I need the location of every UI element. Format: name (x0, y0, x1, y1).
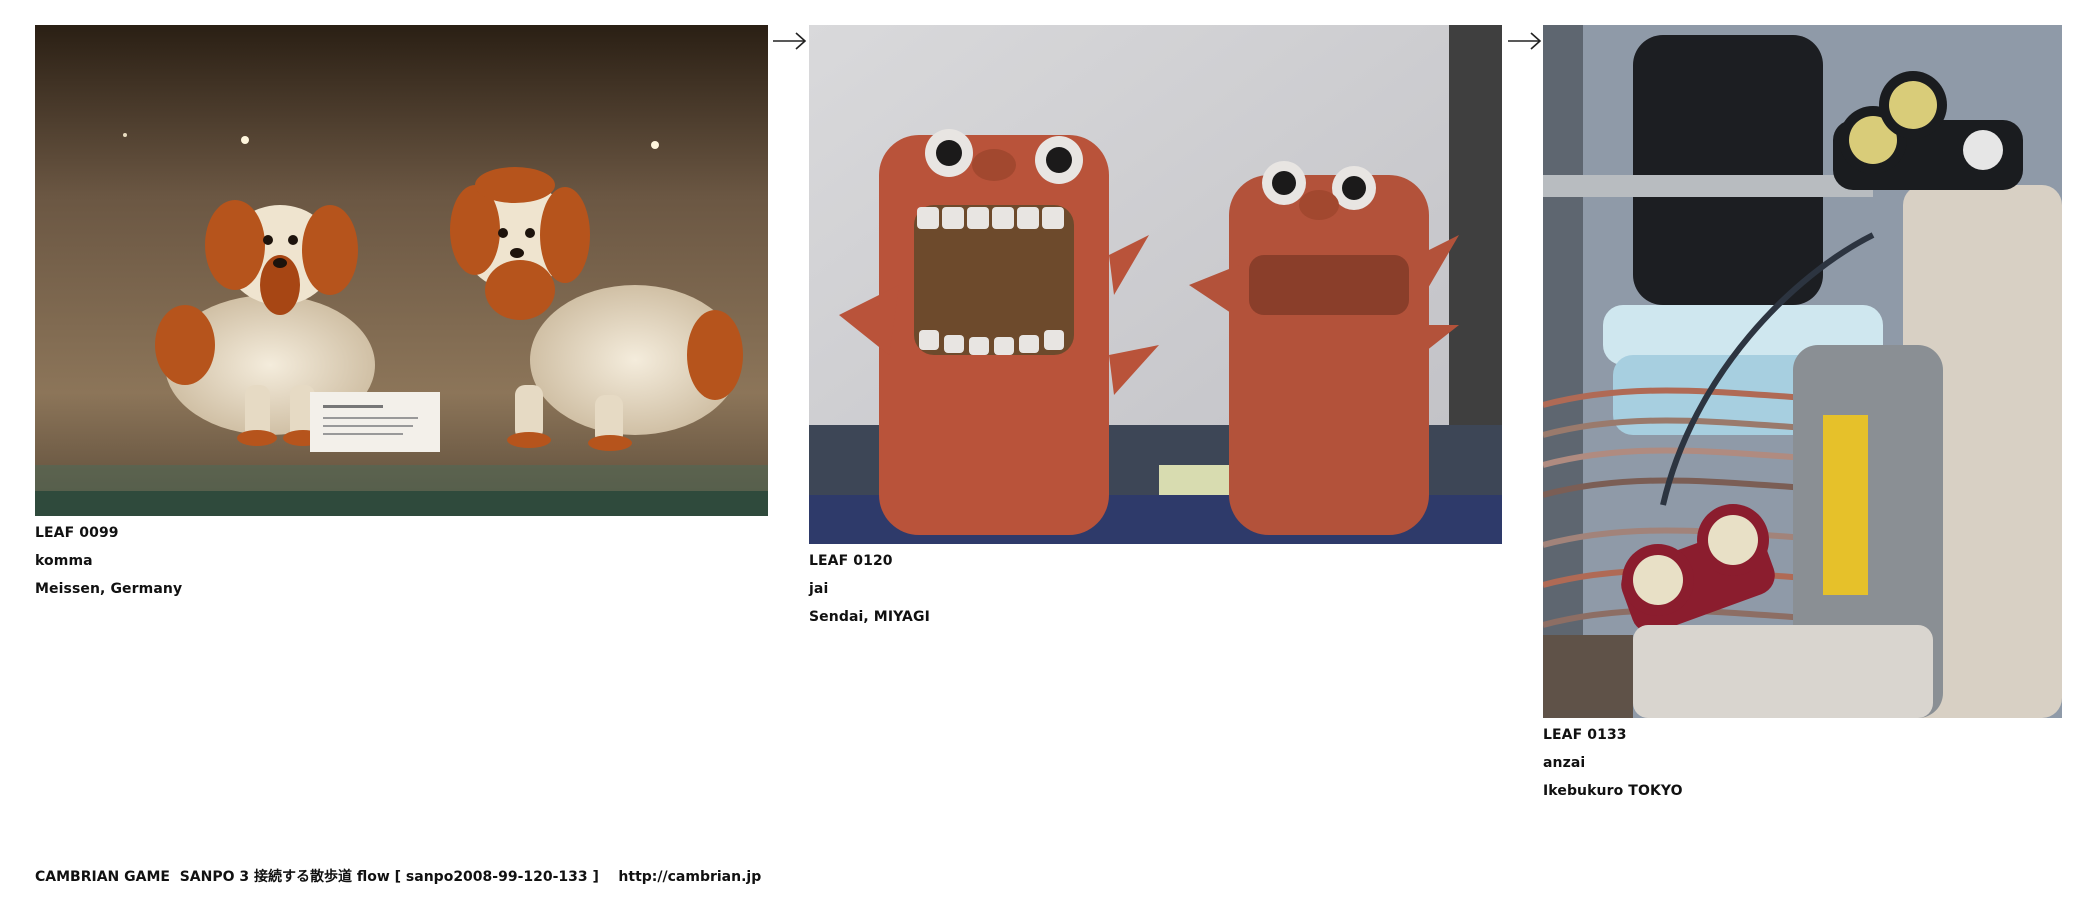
right-arrow-icon (773, 32, 807, 50)
leaf-id: LEAF 0099 (35, 525, 119, 541)
leaf-id: LEAF 0133 (1543, 727, 1627, 743)
leaf-name: komma (35, 553, 93, 569)
right-arrow-icon (1508, 32, 1542, 50)
leaf-place: Sendai, MIYAGI (809, 609, 930, 625)
clay-figure-right (1189, 161, 1459, 535)
leaf-card-0099: LEAF 0099 komma Meissen, Germany (35, 25, 768, 603)
leaf-id: LEAF 0120 (809, 553, 893, 569)
leaf-photo-gas-gauges (1543, 25, 2062, 718)
leaf-place: Meissen, Germany (35, 581, 183, 597)
backpack (1633, 35, 1823, 305)
leaf-card-0133: LEAF 0133 anzai Ikebukuro TOKYO (1543, 25, 2062, 805)
footer-credit: CAMBRIAN GAME SANPO 3 接続する散歩道 flow [ san… (35, 869, 762, 885)
leaf-photo-porcelain-dogs (35, 25, 768, 516)
exhibit-label-card (310, 392, 440, 452)
leaf-card-0120: LEAF 0120 jai Sendai, MIYAGI (809, 25, 1502, 631)
leaf-name: jai (809, 581, 829, 597)
leaf-place: Ikebukuro TOKYO (1543, 783, 1683, 799)
leaf-photo-clay-figures (809, 25, 1502, 544)
leaf-name: anzai (1543, 755, 1586, 771)
